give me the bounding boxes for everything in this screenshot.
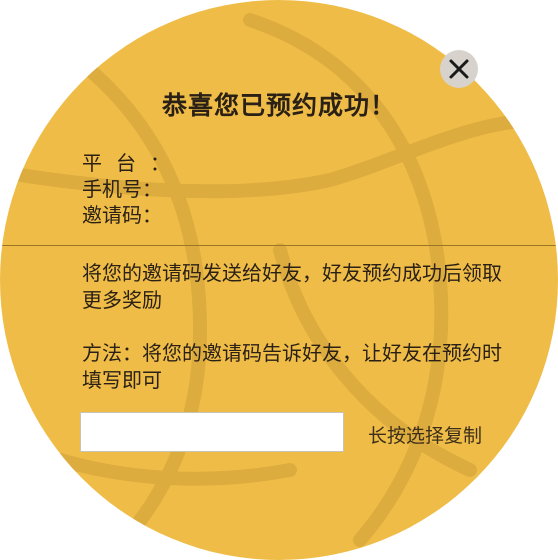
reservation-info: 平台： 手机号： 邀请码： <box>82 150 170 228</box>
platform-colon: ： <box>150 151 170 175</box>
dialog-title: 恭喜您已预约成功！ <box>161 91 396 120</box>
reservation-success-dialog: 恭喜您已预约成功！ 平台： 手机号： 邀请码： 将您的邀请码发送给好友，好友预约… <box>0 0 558 560</box>
platform-label: 平台 <box>82 151 150 175</box>
copy-hint: 长按选择复制 <box>368 425 483 447</box>
method-instruction: 方法：将您的邀请码告诉好友，让好友在预约时填写即可 <box>82 341 502 392</box>
invite-code-label: 邀请码 <box>82 203 142 227</box>
share-instruction: 将您的邀请码发送给好友，好友预约成功后领取更多奖励 <box>82 261 502 312</box>
close-button[interactable] <box>440 50 478 88</box>
invite-code-field[interactable] <box>80 412 344 452</box>
phone-label: 手机号 <box>82 177 142 201</box>
invite-code-row: 邀请码： <box>82 202 170 228</box>
close-icon <box>449 59 469 79</box>
phone-row: 手机号： <box>82 176 170 202</box>
phone-colon: ： <box>142 177 162 201</box>
invite-code-colon: ： <box>142 203 162 227</box>
section-divider <box>0 245 558 246</box>
platform-row: 平台： <box>82 150 170 176</box>
